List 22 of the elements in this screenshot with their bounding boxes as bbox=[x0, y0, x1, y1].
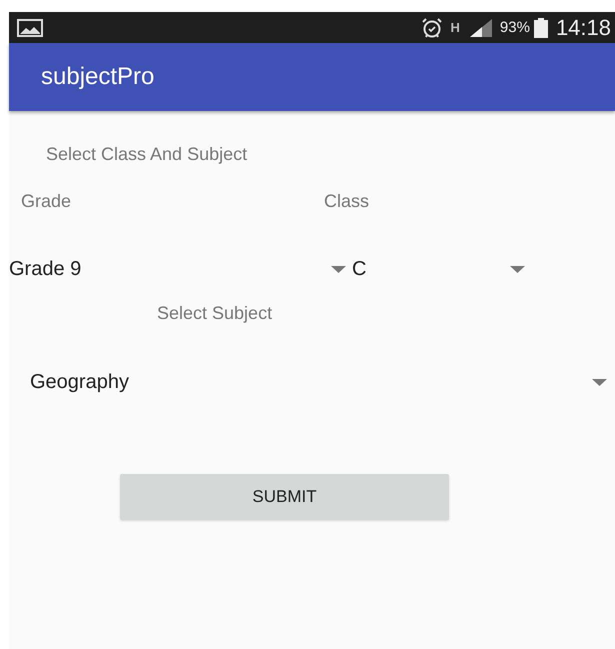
status-time: 14:18 bbox=[556, 14, 611, 40]
alarm-clock-icon bbox=[420, 16, 443, 38]
subject-dropdown[interactable]: Geography bbox=[9, 371, 607, 394]
grade-label: Grade bbox=[21, 191, 72, 212]
caret-icon bbox=[510, 266, 525, 273]
app-title: subjectPro bbox=[41, 63, 154, 91]
caret-icon bbox=[592, 379, 607, 386]
section-heading: Select Class And Subject bbox=[46, 144, 248, 165]
class-value: C bbox=[352, 258, 368, 281]
battery-percentage: 93% bbox=[500, 19, 530, 36]
grade-value: Grade 9 bbox=[9, 258, 82, 281]
caret-icon bbox=[331, 266, 346, 273]
class-label: Class bbox=[324, 191, 370, 212]
subject-value: Geography bbox=[30, 371, 129, 394]
subject-label: Select Subject bbox=[157, 303, 274, 324]
battery-icon bbox=[534, 18, 548, 38]
submit-button[interactable]: SUBMIT bbox=[120, 474, 449, 520]
signal-icon bbox=[470, 18, 492, 36]
grade-dropdown[interactable]: Grade 9 bbox=[9, 258, 349, 281]
image-icon bbox=[17, 18, 43, 36]
class-dropdown[interactable]: C bbox=[349, 258, 549, 281]
network-type-label: H bbox=[450, 20, 460, 35]
